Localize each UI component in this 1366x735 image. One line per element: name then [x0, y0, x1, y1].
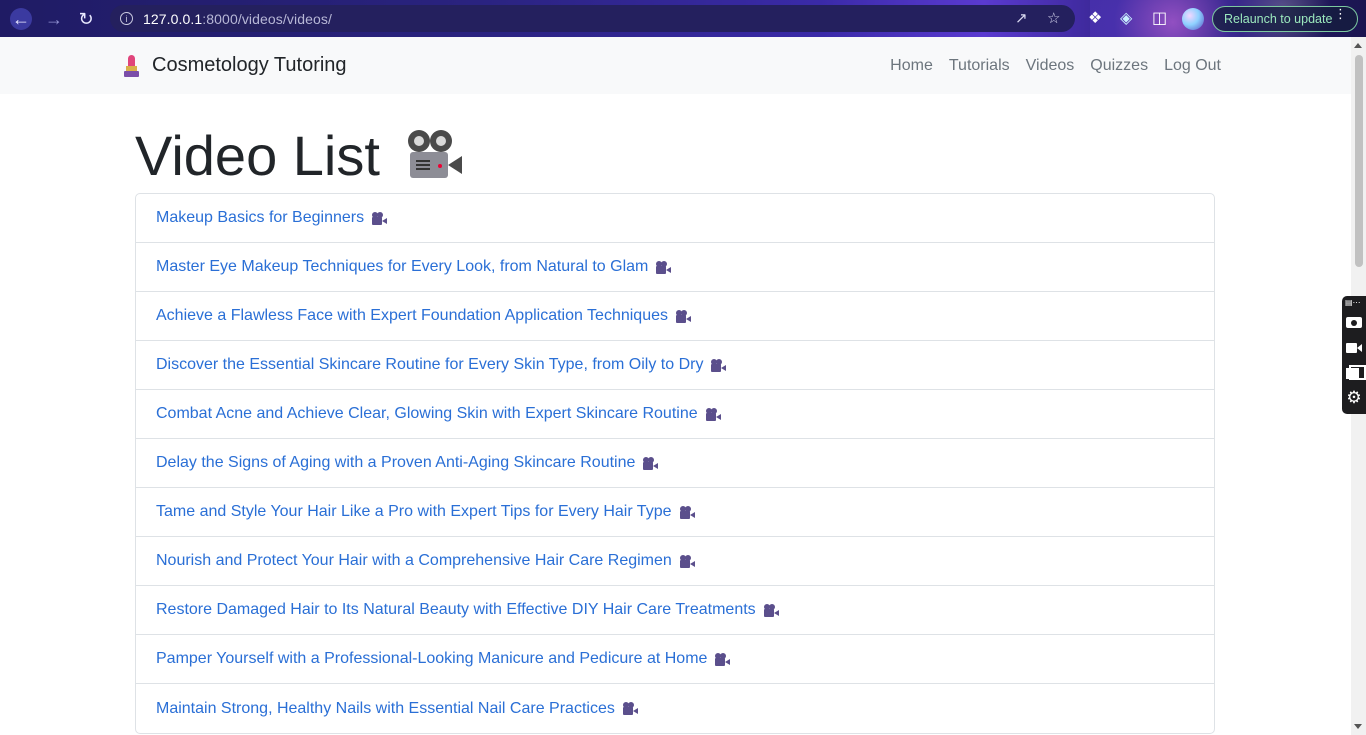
url-text[interactable]: 127.0.0.1:8000/videos/videos/ [143, 11, 332, 27]
back-button[interactable]: ← [10, 8, 32, 30]
capture-window-icon[interactable] [1346, 364, 1366, 380]
video-camera-icon [372, 211, 388, 225]
page-title: Video List [135, 124, 464, 188]
video-camera-icon [643, 456, 659, 470]
list-item: Achieve a Flawless Face with Expert Foun… [136, 292, 1214, 341]
video-link[interactable]: Maintain Strong, Healthy Nails with Esse… [156, 700, 615, 718]
extension-leaf-icon[interactable]: ◈ [1120, 8, 1132, 28]
video-camera-icon [622, 702, 639, 715]
brand-link[interactable]: Cosmetology Tutoring [124, 54, 347, 77]
video-link[interactable]: Makeup Basics for Beginners [156, 209, 364, 227]
video-link[interactable]: Delay the Signs of Aging with a Proven A… [156, 454, 635, 472]
record-video-icon[interactable] [1346, 340, 1362, 356]
share-icon[interactable]: ↗ [1015, 9, 1028, 27]
list-item: Pamper Yourself with a Professional-Look… [136, 635, 1214, 684]
video-camera-icon [711, 358, 727, 372]
relaunch-button[interactable]: Relaunch to update ⋮ [1212, 6, 1358, 32]
list-item: Nourish and Protect Your Hair with a Com… [136, 537, 1214, 586]
video-link[interactable]: Achieve a Flawless Face with Expert Foun… [156, 307, 668, 325]
video-link[interactable]: Pamper Yourself with a Professional-Look… [156, 650, 707, 668]
scrollbar-thumb[interactable] [1355, 55, 1363, 267]
relaunch-label: Relaunch to update [1224, 12, 1333, 26]
bookmark-star-icon[interactable]: ☆ [1047, 9, 1060, 27]
video-camera-icon [715, 652, 731, 666]
capture-extension-toolbar: ▤⋯ ⚙ [1342, 296, 1366, 414]
side-panel-icon[interactable]: ◫ [1152, 8, 1167, 28]
scroll-up-arrow-icon[interactable] [1354, 43, 1362, 48]
video-camera-icon [763, 603, 780, 617]
video-link[interactable]: Combat Acne and Achieve Clear, Glowing S… [156, 405, 698, 423]
video-link[interactable]: Master Eye Makeup Techniques for Every L… [156, 258, 648, 276]
film-projector-icon [406, 130, 464, 182]
list-item: Discover the Essential Skincare Routine … [136, 341, 1214, 390]
page-viewport: Cosmetology Tutoring Home Tutorials Vide… [0, 37, 1351, 735]
list-item: Master Eye Makeup Techniques for Every L… [136, 243, 1214, 292]
reload-button[interactable]: ↻ [75, 8, 97, 30]
list-item: Restore Damaged Hair to Its Natural Beau… [136, 586, 1214, 635]
nav-videos[interactable]: Videos [1026, 57, 1075, 75]
video-link[interactable]: Tame and Style Your Hair Like a Pro with… [156, 503, 672, 521]
site-navbar: Cosmetology Tutoring Home Tutorials Vide… [0, 37, 1351, 94]
list-item: Maintain Strong, Healthy Nails with Esse… [136, 684, 1214, 733]
list-item: Makeup Basics for Beginners [136, 194, 1214, 243]
nav-home[interactable]: Home [890, 57, 933, 75]
lipstick-icon [124, 54, 140, 77]
nav-log-out[interactable]: Log Out [1164, 57, 1221, 75]
video-camera-icon [656, 260, 672, 274]
list-item: Tame and Style Your Hair Like a Pro with… [136, 488, 1214, 537]
video-camera-icon [679, 505, 696, 519]
video-camera-icon [679, 554, 696, 568]
menu-kebab-icon[interactable]: ⋮ [1334, 7, 1347, 20]
address-bar[interactable]: i 127.0.0.1:8000/videos/videos/ ↗ ☆ [110, 5, 1075, 32]
video-link[interactable]: Restore Damaged Hair to Its Natural Beau… [156, 601, 756, 619]
video-camera-icon [705, 407, 722, 421]
screenshot-camera-icon[interactable] [1346, 314, 1362, 330]
extensions-puzzle-icon[interactable]: ❖ [1088, 8, 1102, 28]
site-info-icon[interactable]: i [120, 12, 133, 25]
forward-button[interactable]: → [43, 8, 65, 30]
nav-quizzes[interactable]: Quizzes [1090, 57, 1148, 75]
page-title-text: Video List [135, 124, 380, 187]
video-camera-icon [676, 309, 692, 323]
profile-avatar[interactable] [1182, 8, 1204, 30]
nav-tutorials[interactable]: Tutorials [949, 57, 1010, 75]
gear-icon[interactable]: ⚙ [1346, 389, 1362, 406]
nav-links: Home Tutorials Videos Quizzes Log Out [890, 57, 1221, 75]
video-list: Makeup Basics for Beginners Master Eye M… [135, 193, 1215, 734]
extension-handle-icon[interactable]: ▤⋯ [1345, 298, 1361, 307]
browser-toolbar: ← → ↻ i 127.0.0.1:8000/videos/videos/ ↗ … [0, 0, 1366, 37]
video-link[interactable]: Discover the Essential Skincare Routine … [156, 356, 703, 374]
scroll-down-arrow-icon[interactable] [1354, 724, 1362, 729]
video-link[interactable]: Nourish and Protect Your Hair with a Com… [156, 552, 672, 570]
list-item: Delay the Signs of Aging with a Proven A… [136, 439, 1214, 488]
list-item: Combat Acne and Achieve Clear, Glowing S… [136, 390, 1214, 439]
brand-name: Cosmetology Tutoring [152, 54, 347, 76]
